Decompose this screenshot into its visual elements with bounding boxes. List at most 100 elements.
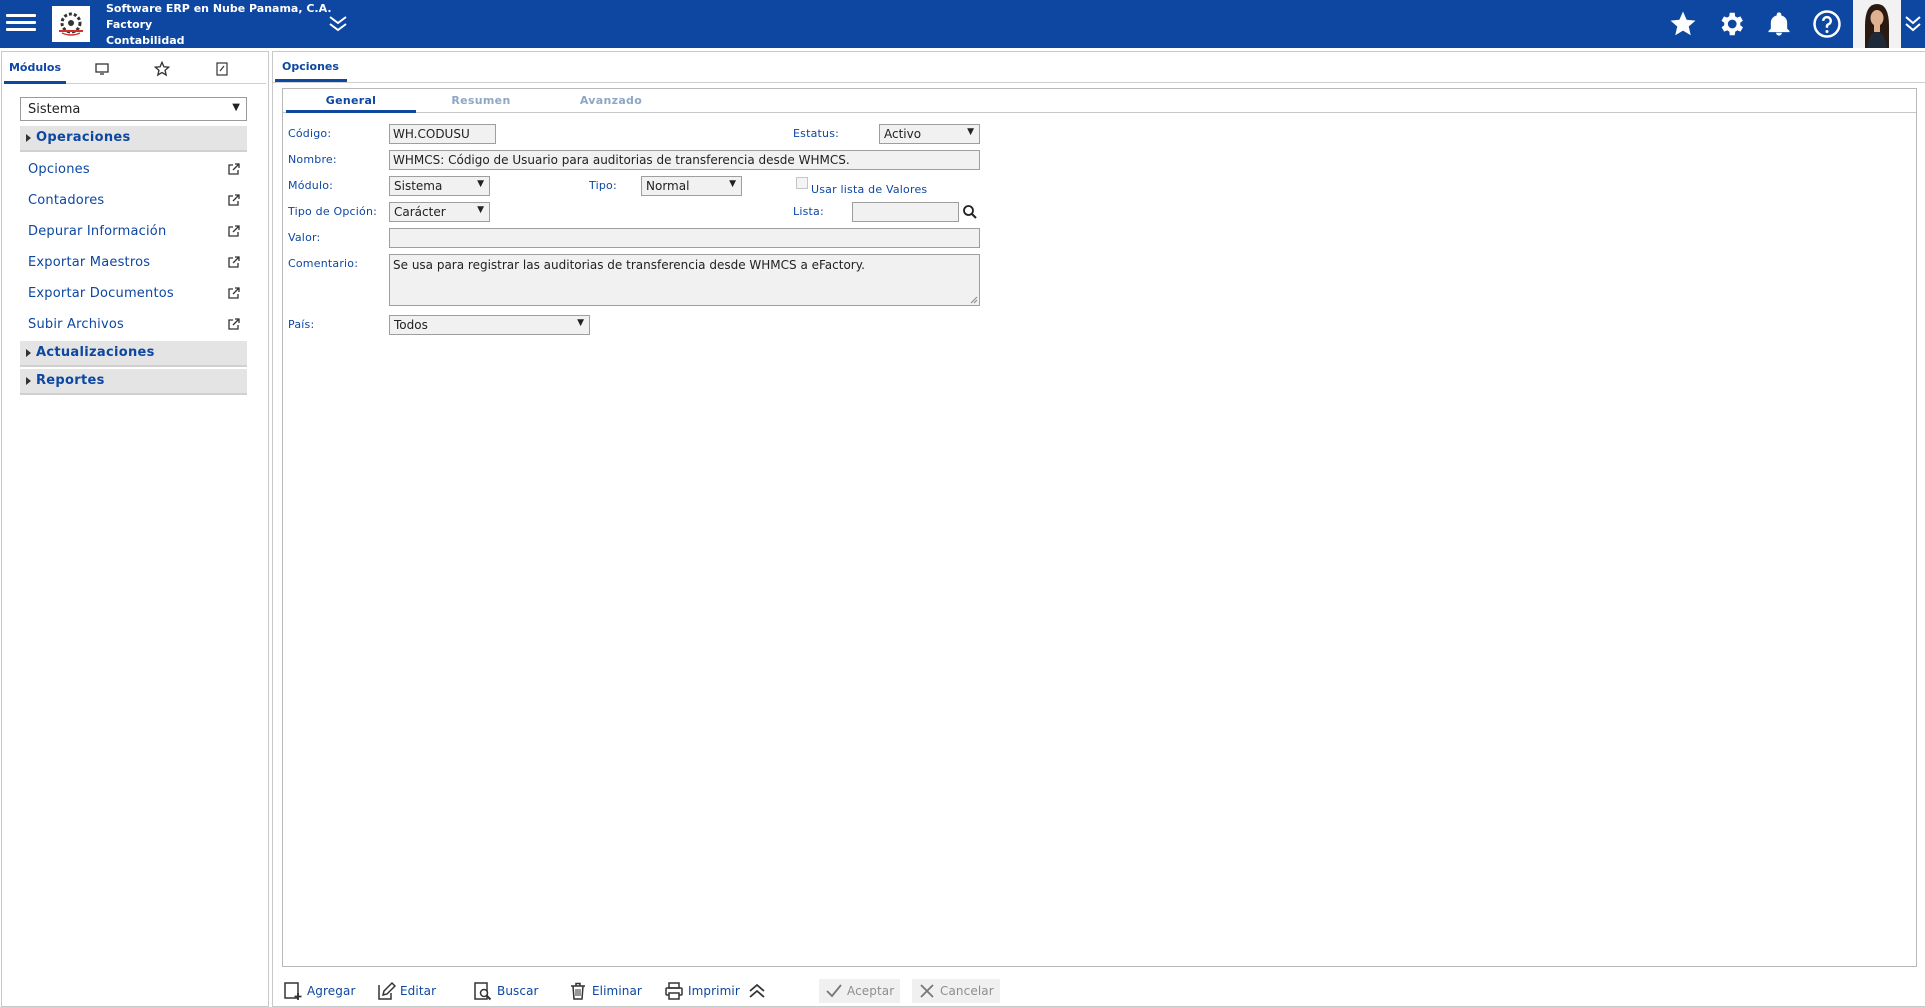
top-bar: Software ERP en Nube Panama, C.A. Factor… <box>0 0 1925 48</box>
dropdown-arrow-icon: ▼ <box>577 318 584 328</box>
nombre-label: Nombre: <box>288 153 337 166</box>
buscar-button[interactable]: Buscar <box>473 979 539 1003</box>
external-link-icon <box>228 194 240 206</box>
valor-input[interactable] <box>389 228 980 248</box>
lista-search-icon[interactable] <box>962 204 978 220</box>
eliminar-button[interactable]: Eliminar <box>568 979 642 1003</box>
sidebar-item-opciones[interactable]: Opciones <box>20 156 247 184</box>
close-icon <box>920 984 934 998</box>
comentario-label: Comentario: <box>288 257 359 270</box>
options-form: General Resumen Avanzado Código: WH.CODU… <box>282 88 1917 967</box>
company-logo <box>52 6 90 42</box>
expand-triangle-icon <box>26 134 31 142</box>
sidebar-tabs: Módulos <box>4 54 266 84</box>
section-label: Actualizaciones <box>36 345 155 360</box>
section-operaciones[interactable]: Operaciones <box>20 126 247 152</box>
tab-opciones[interactable]: Opciones <box>275 54 347 82</box>
external-link-icon <box>228 287 240 299</box>
sidebar-item-subir-archivos[interactable]: Subir Archivos <box>20 311 247 339</box>
expand-triangle-icon <box>26 377 31 385</box>
edit-icon <box>378 981 396 1000</box>
tab-modulos[interactable]: Módulos <box>4 54 66 84</box>
imprimir-button[interactable]: Imprimir <box>664 979 740 1003</box>
tipo-opcion-select[interactable]: Carácter ▼ <box>389 202 490 222</box>
modulo-label: Módulo: <box>288 179 334 192</box>
form-subtabs: General Resumen Avanzado <box>283 89 1916 113</box>
sidebar-item-exportar-maestros[interactable]: Exportar Maestros <box>20 249 247 277</box>
estatus-select[interactable]: Activo ▼ <box>879 124 980 144</box>
sidebar-item-label: Depurar Información <box>28 224 167 239</box>
tipo-value: Normal <box>646 179 690 193</box>
agregar-label: Agregar <box>307 984 356 998</box>
aceptar-label: Aceptar <box>847 984 895 998</box>
nombre-input[interactable]: WHMCS: Código de Usuario para auditorias… <box>389 150 980 170</box>
monitor-icon[interactable] <box>84 54 120 84</box>
valor-label: Valor: <box>288 231 321 244</box>
buscar-label: Buscar <box>497 984 539 998</box>
company-chevron-icon[interactable] <box>326 13 350 35</box>
dropdown-arrow-icon: ▼ <box>232 102 240 113</box>
sidebar-item-label: Exportar Maestros <box>28 255 151 270</box>
star-icon[interactable] <box>144 54 180 84</box>
pais-select[interactable]: Todos ▼ <box>389 315 590 335</box>
cancelar-button[interactable]: Cancelar <box>912 979 1000 1003</box>
subtab-general[interactable]: General <box>286 89 416 113</box>
company-name: Software ERP en Nube Panama, C.A. <box>106 2 332 15</box>
main-panel: Opciones General Resumen Avanzado Código… <box>272 51 1925 1007</box>
help-question-icon[interactable] <box>1810 7 1844 41</box>
modulo-select[interactable]: Sistema ▼ <box>389 176 490 196</box>
codigo-input[interactable]: WH.CODUSU <box>389 124 496 144</box>
add-icon <box>284 982 302 1000</box>
tipo-opcion-label: Tipo de Opción: <box>288 205 378 218</box>
user-menu-chevron-icon[interactable] <box>1902 12 1924 36</box>
hamburger-menu-icon[interactable] <box>6 10 36 38</box>
check-icon <box>826 984 842 998</box>
sidebar: Módulos Sistema ▼ Operaciones Opciones C… <box>1 51 269 1007</box>
estatus-label: Estatus: <box>793 127 840 140</box>
tab-divider <box>273 82 1925 83</box>
usar-lista-label: Usar lista de Valores <box>811 183 928 196</box>
section-label: Reportes <box>36 373 105 388</box>
subtab-resumen[interactable]: Resumen <box>416 89 546 113</box>
sidebar-item-label: Subir Archivos <box>28 317 125 332</box>
comentario-textarea[interactable]: Se usa para registrar las auditorias de … <box>389 254 980 306</box>
tipo-opcion-value: Carácter <box>394 205 446 219</box>
external-link-icon <box>228 225 240 237</box>
user-avatar[interactable] <box>1853 0 1901 48</box>
pais-value: Todos <box>394 318 428 332</box>
eliminar-label: Eliminar <box>592 984 642 998</box>
sidebar-item-label: Opciones <box>28 162 90 177</box>
sidebar-item-contadores[interactable]: Contadores <box>20 187 247 215</box>
dropdown-arrow-icon: ▼ <box>967 127 974 137</box>
module-select[interactable]: Sistema ▼ <box>20 97 247 121</box>
pais-label: País: <box>288 318 315 331</box>
editar-button[interactable]: Editar <box>376 979 436 1003</box>
trash-icon <box>571 982 585 1000</box>
print-options-chevron-icon[interactable] <box>747 979 771 1003</box>
usar-lista-checkbox[interactable] <box>796 177 808 189</box>
external-link-icon <box>228 163 240 175</box>
estatus-value: Activo <box>884 127 922 141</box>
subtab-avanzado[interactable]: Avanzado <box>546 89 676 113</box>
notifications-bell-icon[interactable] <box>1762 7 1796 41</box>
notepad-icon[interactable] <box>204 54 240 84</box>
section-actualizaciones[interactable]: Actualizaciones <box>20 341 247 367</box>
settings-gear-icon[interactable] <box>1714 7 1748 41</box>
tipo-select[interactable]: Normal ▼ <box>641 176 742 196</box>
external-link-icon <box>228 256 240 268</box>
favorites-star-icon[interactable] <box>1666 7 1700 41</box>
sidebar-item-depurar-informacion[interactable]: Depurar Información <box>20 218 247 246</box>
aceptar-button[interactable]: Aceptar <box>819 979 901 1003</box>
current-module: Contabilidad <box>106 34 185 47</box>
comentario-value: Se usa para registrar las auditorias de … <box>393 258 865 272</box>
resize-grip-icon[interactable] <box>970 296 978 304</box>
lista-input[interactable] <box>852 202 959 222</box>
search-doc-icon <box>474 982 492 1001</box>
sidebar-item-exportar-documentos[interactable]: Exportar Documentos <box>20 280 247 308</box>
imprimir-label: Imprimir <box>688 984 740 998</box>
expand-triangle-icon <box>26 349 31 357</box>
agregar-button[interactable]: Agregar <box>283 979 355 1003</box>
external-link-icon <box>228 318 240 330</box>
company-info: Software ERP en Nube Panama, C.A. Factor… <box>106 1 332 49</box>
section-reportes[interactable]: Reportes <box>20 369 247 395</box>
